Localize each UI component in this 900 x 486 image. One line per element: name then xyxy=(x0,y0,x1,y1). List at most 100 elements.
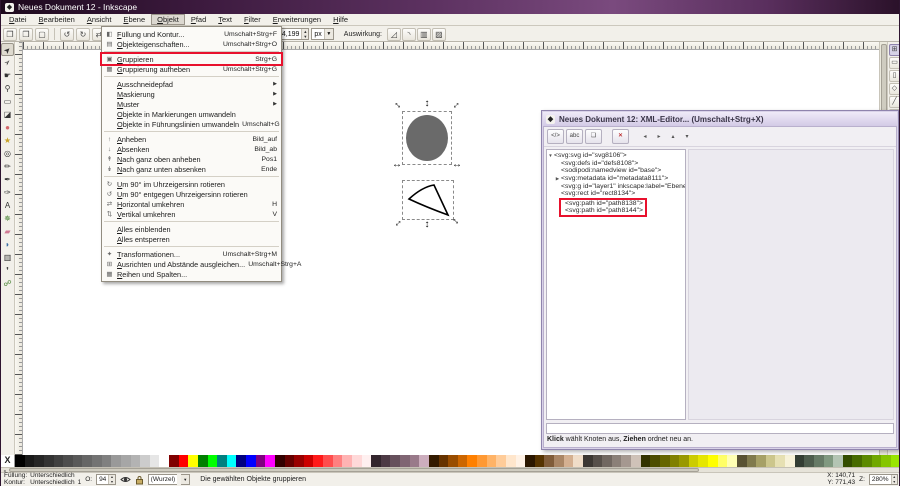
color-swatch[interactable] xyxy=(323,455,333,467)
color-swatch[interactable] xyxy=(333,455,343,467)
menu-item-ausschneidepfad[interactable]: Ausschneidepfad▶ xyxy=(102,79,281,89)
pen-tool[interactable]: ✒ xyxy=(1,173,14,186)
dropper-tool[interactable]: ❜ xyxy=(1,264,14,277)
color-swatch[interactable] xyxy=(477,455,487,467)
star-tool[interactable]: ★ xyxy=(1,134,14,147)
color-swatch[interactable] xyxy=(63,455,73,467)
xml-value-editor[interactable] xyxy=(546,423,894,434)
xml-tree-node[interactable]: <svg:path id="path8138"> xyxy=(563,200,643,208)
menu-item-objekte-in-führungslinien-umwandeln[interactable]: Objekte in Führungslinien umwandelnUmsch… xyxy=(102,119,281,129)
tweak-tool[interactable]: ☛ xyxy=(1,69,14,82)
color-swatch[interactable] xyxy=(670,455,680,467)
color-swatch[interactable] xyxy=(82,455,92,467)
color-swatch[interactable] xyxy=(573,455,583,467)
affect-scale-stroke-button[interactable]: ◿ xyxy=(387,28,401,41)
spinner-arrows-icon[interactable]: ▲▼ xyxy=(108,475,114,484)
expander-open-icon[interactable]: ▼ xyxy=(547,153,554,158)
menu-item-gruppieren[interactable]: ▣GruppierenStrg+G xyxy=(102,54,281,64)
menu-filter[interactable]: Filter xyxy=(238,14,267,25)
color-swatch[interactable] xyxy=(467,455,477,467)
menu-item-ausrichten-und-abstände-ausgleichen[interactable]: ⊞Ausrichten und Abstände ausgleichen...U… xyxy=(102,259,281,269)
color-swatch[interactable] xyxy=(390,455,400,467)
eraser-tool[interactable]: ▰ xyxy=(1,225,14,238)
color-swatch[interactable] xyxy=(188,455,198,467)
color-swatch[interactable] xyxy=(44,455,54,467)
chevron-down-icon[interactable]: ▼ xyxy=(181,474,190,485)
selector-tool[interactable]: ➤ xyxy=(1,43,14,56)
color-swatch[interactable] xyxy=(872,455,882,467)
zoom-tool[interactable]: ⚲ xyxy=(1,82,14,95)
rectangle-tool[interactable]: ▭ xyxy=(1,95,14,108)
spray-tool[interactable]: ✵ xyxy=(1,212,14,225)
color-swatch[interactable] xyxy=(641,455,651,467)
menu-item-alles-einblenden[interactable]: Alles einblenden xyxy=(102,224,281,234)
xml-editor-titlebar[interactable]: ◆ Neues Dokument 12: XML-Editor... (Umsc… xyxy=(543,112,897,126)
snap-nodes-button[interactable]: ◇ xyxy=(889,83,900,95)
move-node-up-button[interactable]: ▴ xyxy=(667,131,679,143)
color-swatch[interactable] xyxy=(15,455,25,467)
selection-handle-bottom-right[interactable]: ↔ xyxy=(450,216,462,226)
color-swatch[interactable] xyxy=(795,455,805,467)
color-swatch[interactable] xyxy=(602,455,612,467)
color-swatch[interactable] xyxy=(506,455,516,467)
menu-item-horizontal-umkehren[interactable]: ⇄Horizontal umkehrenH xyxy=(102,199,281,209)
selection-handle-right[interactable]: ↔ xyxy=(451,160,463,170)
new-text-node-button[interactable]: abc xyxy=(566,129,583,144)
menu-item-objekte-in-markierungen-umwandeln[interactable]: Objekte in Markierungen umwandeln xyxy=(102,109,281,119)
color-swatch[interactable] xyxy=(236,455,246,467)
duplicate-node-button[interactable]: ❏ xyxy=(585,129,602,144)
color-swatch[interactable] xyxy=(525,455,535,467)
color-swatch[interactable] xyxy=(102,455,112,467)
spinner-arrows-icon[interactable]: ▲▼ xyxy=(301,29,308,39)
color-swatch[interactable] xyxy=(294,455,304,467)
color-swatch[interactable] xyxy=(362,455,372,467)
affect-scale-corners-button[interactable]: ◝ xyxy=(402,28,416,41)
node-tool[interactable]: ➢ xyxy=(1,56,14,69)
menu-pfad[interactable]: Pfad xyxy=(185,14,212,25)
spinner-arrows-icon[interactable]: ▲▼ xyxy=(891,475,897,484)
menu-item-objekteigenschaften[interactable]: ▤Objekteigenschaften...Umschalt+Strg+O xyxy=(102,39,281,49)
selection-handle-bottom-left[interactable]: ↔ xyxy=(392,218,404,228)
color-swatch[interactable] xyxy=(121,455,131,467)
color-swatch[interactable] xyxy=(73,455,83,467)
color-swatch[interactable] xyxy=(708,455,718,467)
color-swatch[interactable] xyxy=(448,455,458,467)
triangle-shape[interactable] xyxy=(404,182,452,220)
color-swatch[interactable] xyxy=(256,455,266,467)
color-swatch[interactable] xyxy=(737,455,747,467)
menu-item-absenken[interactable]: ↓AbsenkenBild_ab xyxy=(102,144,281,154)
spiral-tool[interactable]: ◎ xyxy=(1,147,14,160)
menu-item-alles-entsperren[interactable]: Alles entsperren xyxy=(102,234,281,244)
layer-lock-icon[interactable] xyxy=(135,475,144,485)
color-swatch[interactable] xyxy=(583,455,593,467)
swatch-none[interactable]: X xyxy=(1,455,15,467)
selection-handle-top-right[interactable]: ↔ xyxy=(450,100,462,110)
selection-handle-top[interactable]: ↕ xyxy=(421,99,433,109)
color-swatch[interactable] xyxy=(400,455,410,467)
snap-bbox-button[interactable]: ▭ xyxy=(889,57,900,69)
color-swatch[interactable] xyxy=(179,455,189,467)
color-swatch[interactable] xyxy=(265,455,275,467)
color-swatch[interactable] xyxy=(111,455,121,467)
color-swatch[interactable] xyxy=(564,455,574,467)
zoom-spinbox[interactable]: 280% ▲▼ xyxy=(869,474,898,485)
xml-tree-node[interactable]: ▼<svg:svg id="svg8106"> xyxy=(547,152,685,160)
color-swatch[interactable] xyxy=(631,455,641,467)
gradient-tool[interactable]: ▥ xyxy=(1,251,14,264)
menu-text[interactable]: Text xyxy=(212,14,238,25)
color-swatch[interactable] xyxy=(516,455,526,467)
affect-gradient-button[interactable]: ▥ xyxy=(417,28,431,41)
snap-enable-button[interactable]: ⊞ xyxy=(889,44,900,56)
unit-dropdown[interactable]: px ▼ xyxy=(311,28,333,40)
color-swatch[interactable] xyxy=(92,455,102,467)
calligraphy-tool[interactable]: ✑ xyxy=(1,186,14,199)
select-all-button[interactable]: ❐ xyxy=(3,28,17,41)
color-swatch[interactable] xyxy=(439,455,449,467)
connector-tool[interactable]: ☍ xyxy=(1,277,14,290)
rotate-ccw-button[interactable]: ↺ xyxy=(60,28,74,41)
color-swatch[interactable] xyxy=(159,455,169,467)
color-swatch[interactable] xyxy=(34,455,44,467)
menu-erweiterungen[interactable]: Erweiterungen xyxy=(267,14,327,25)
menu-item-um-90-entgegen-uhrzeigersinn-rotieren[interactable]: ↺Um 90° entgegen Uhrzeigersinn rotieren xyxy=(102,189,281,199)
color-swatch[interactable] xyxy=(25,455,35,467)
